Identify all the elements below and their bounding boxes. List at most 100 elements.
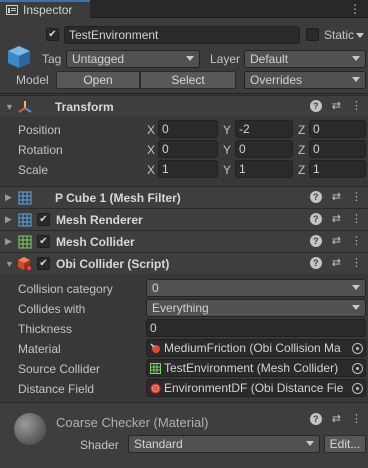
layer-dropdown[interactable]: Default [244,50,366,68]
axis-x-label[interactable]: X [147,123,155,137]
active-checkbox[interactable]: ✔ [46,28,59,41]
source-collider-field[interactable]: TestEnvironment (Mesh Collider) [146,359,366,377]
help-icon[interactable]: ? [309,257,322,269]
expand-arrow-icon[interactable]: ▶ [5,192,15,203]
model-label: Model [16,73,49,87]
mesh-renderer-title: Mesh Renderer [56,212,143,227]
more-options-icon[interactable]: ⋮ [351,100,362,112]
static-dropdown-icon[interactable] [356,33,364,38]
object-picker-icon[interactable] [352,343,363,354]
material-title: Coarse Checker (Material) [56,415,209,430]
expand-arrow-icon[interactable]: ▼ [5,102,15,112]
material-preview-sphere [14,413,46,445]
tag-dropdown[interactable]: Untagged [66,50,200,68]
scale-z-field[interactable]: 1 [309,160,366,178]
help-icon[interactable]: ? [309,191,322,203]
material-field[interactable]: MediumFriction (Obi Collision Ma [146,339,366,357]
scale-label: Scale [18,163,49,177]
source-collider-value: TestEnvironment (Mesh Collider) [164,361,339,375]
axis-x-label[interactable]: X [147,143,155,157]
scale-y-field[interactable]: 1 [235,160,293,178]
shader-dropdown[interactable]: Standard [128,435,320,453]
position-y-field[interactable]: -2 [235,120,293,138]
presets-icon[interactable]: ⇄ [332,413,341,425]
overrides-dropdown[interactable]: Overrides [244,71,366,89]
help-icon[interactable]: ? [309,213,322,225]
collision-material-icon [150,343,161,354]
expand-arrow-icon[interactable]: ▼ [5,259,15,269]
axis-y-label[interactable]: Y [223,163,231,177]
rotation-y-field[interactable]: 0 [235,140,293,158]
gameobject-cube-icon [6,44,32,70]
position-label: Position [18,123,61,137]
expand-arrow-icon[interactable]: ▶ [5,236,15,247]
select-button[interactable]: Select [140,71,236,89]
axis-z-label[interactable]: Z [298,123,305,137]
name-field[interactable]: TestEnvironment [64,26,300,44]
position-x-field[interactable]: 0 [158,120,218,138]
obi-collider-title: Obi Collider (Script) [56,256,170,271]
mesh-collider-enabled-checkbox[interactable]: ✔ [37,235,50,248]
presets-icon[interactable]: ⇄ [332,100,341,112]
help-icon[interactable]: ? [309,413,322,425]
more-options-icon[interactable]: ⋮ [349,2,362,16]
transform-header[interactable]: ▼ Transform ? ⇄ ⋮ [0,95,368,117]
chevron-down-icon [352,77,360,82]
transform-title: Transform [55,99,114,114]
chevron-down-icon [352,285,360,290]
axis-y-label[interactable]: Y [223,123,231,137]
collides-with-value: Everything [152,301,209,315]
distance-field-field[interactable]: EnvironmentDF (Obi Distance Fie [146,379,366,397]
mesh-collider-icon [17,234,33,250]
mesh-collider-title: Mesh Collider [56,234,135,249]
presets-icon[interactable]: ⇄ [332,191,341,203]
rotation-x-field[interactable]: 0 [158,140,218,158]
expand-arrow-icon[interactable]: ▶ [5,214,15,225]
scale-x-field[interactable]: 1 [158,160,218,178]
mesh-renderer-icon [17,212,33,228]
obi-collider-enabled-checkbox[interactable]: ✔ [37,257,50,270]
collision-category-label: Collision category [18,282,113,296]
mesh-collider-icon [150,362,161,374]
axis-z-label[interactable]: Z [298,143,305,157]
mesh-renderer-enabled-checkbox[interactable]: ✔ [37,213,50,226]
thickness-field[interactable]: 0 [146,319,366,337]
collision-category-dropdown[interactable]: 0 [146,279,366,297]
transform-icon [17,99,33,115]
distance-field-value: EnvironmentDF (Obi Distance Fie [164,381,344,395]
more-options-icon[interactable]: ⋮ [351,191,362,203]
source-collider-label: Source Collider [18,362,101,376]
shader-label: Shader [80,438,119,452]
mesh-filter-header[interactable]: ▶ P Cube 1 (Mesh Filter) ? ⇄ ⋮ [0,186,368,208]
mesh-renderer-header[interactable]: ▶ ✔ Mesh Renderer ? ⇄ ⋮ [0,208,368,230]
obi-collider-header[interactable]: ▼ ✔ Obi Collider (Script) ? ⇄ ⋮ [0,252,368,274]
more-options-icon[interactable]: ⋮ [351,257,362,269]
position-z-field[interactable]: 0 [309,120,366,138]
collides-with-label: Collides with [18,302,86,316]
help-icon[interactable]: ? [309,100,322,112]
presets-icon[interactable]: ⇄ [332,257,341,269]
rotation-label: Rotation [18,143,63,157]
shader-value: Standard [134,437,183,451]
help-icon[interactable]: ? [309,235,322,247]
presets-icon[interactable]: ⇄ [332,235,341,247]
edit-shader-button[interactable]: Edit... [324,435,366,453]
rotation-z-field[interactable]: 0 [309,140,366,158]
axis-z-label[interactable]: Z [298,163,305,177]
axis-x-label[interactable]: X [147,163,155,177]
mesh-collider-header[interactable]: ▶ ✔ Mesh Collider ? ⇄ ⋮ [0,230,368,252]
tab-inspector[interactable]: Inspector [0,0,90,18]
object-picker-icon[interactable] [352,363,363,374]
collides-with-dropdown[interactable]: Everything [146,299,366,317]
more-options-icon[interactable]: ⋮ [351,213,362,225]
object-picker-icon[interactable] [352,383,363,394]
open-button[interactable]: Open [56,71,140,89]
more-options-icon[interactable]: ⋮ [351,413,362,425]
static-checkbox[interactable] [306,28,319,41]
more-options-icon[interactable]: ⋮ [351,235,362,247]
static-label: Static [324,28,355,42]
chevron-down-icon [352,56,360,61]
axis-y-label[interactable]: Y [223,143,231,157]
chevron-down-icon [352,305,360,310]
presets-icon[interactable]: ⇄ [332,213,341,225]
